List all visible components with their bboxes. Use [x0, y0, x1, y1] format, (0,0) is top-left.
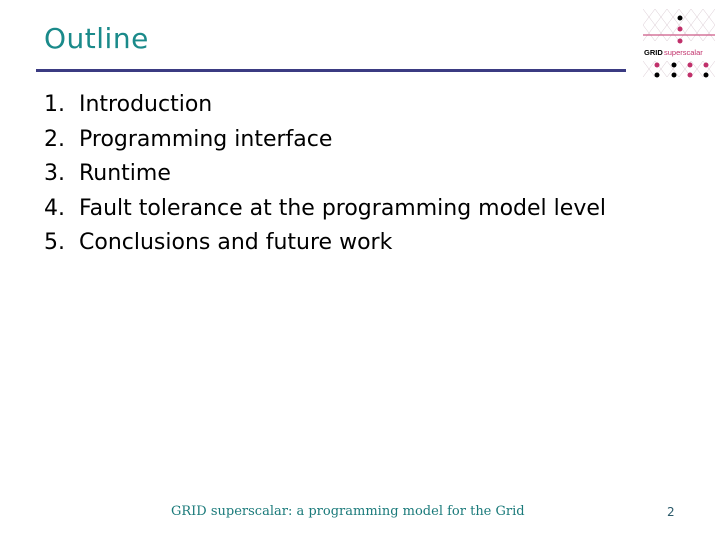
logo-dot — [677, 15, 683, 21]
outline-item: 5. Conclusions and future work — [44, 226, 606, 261]
item-number: 1. — [44, 92, 65, 117]
item-text: Runtime — [79, 161, 171, 186]
item-text: Fault tolerance at the programming model… — [79, 195, 606, 221]
item-number: 4. — [44, 195, 65, 221]
logo-dot — [654, 72, 660, 78]
item-number: 5. — [44, 230, 65, 255]
outline-item: 2. Programming interface — [44, 123, 606, 158]
logo-text-superscalar: superscalar — [664, 48, 703, 57]
item-text: Conclusions and future work — [79, 230, 393, 255]
logo-dot — [687, 62, 693, 68]
page-number: 2 — [667, 505, 675, 519]
logo-dot — [671, 62, 677, 68]
logo-dot — [677, 26, 683, 32]
outline-item: 3. Runtime — [44, 157, 606, 192]
logo-dot — [654, 62, 660, 68]
outline-item: 1. Introduction — [44, 88, 606, 123]
logo-dot — [703, 72, 709, 78]
outline-item: 4. Fault tolerance at the programming mod… — [44, 192, 606, 227]
item-number: 2. — [44, 126, 65, 152]
slide-title: Outline — [44, 22, 149, 55]
grid-superscalar-logo: GRID superscalar — [643, 8, 715, 78]
item-number: 3. — [44, 161, 65, 186]
logo-dot — [671, 72, 677, 78]
logo-text-grid: GRID — [644, 48, 663, 57]
logo-dot — [677, 38, 683, 44]
slide-footer: GRID superscalar: a programming model fo… — [171, 504, 525, 519]
title-divider — [36, 69, 626, 72]
item-text: Introduction — [79, 92, 213, 117]
logo-dot — [703, 62, 709, 68]
outline-list: 1. Introduction 2. Programming interface 3… — [44, 88, 606, 261]
item-text: Programming interface — [79, 126, 333, 152]
logo-dot — [687, 72, 693, 78]
